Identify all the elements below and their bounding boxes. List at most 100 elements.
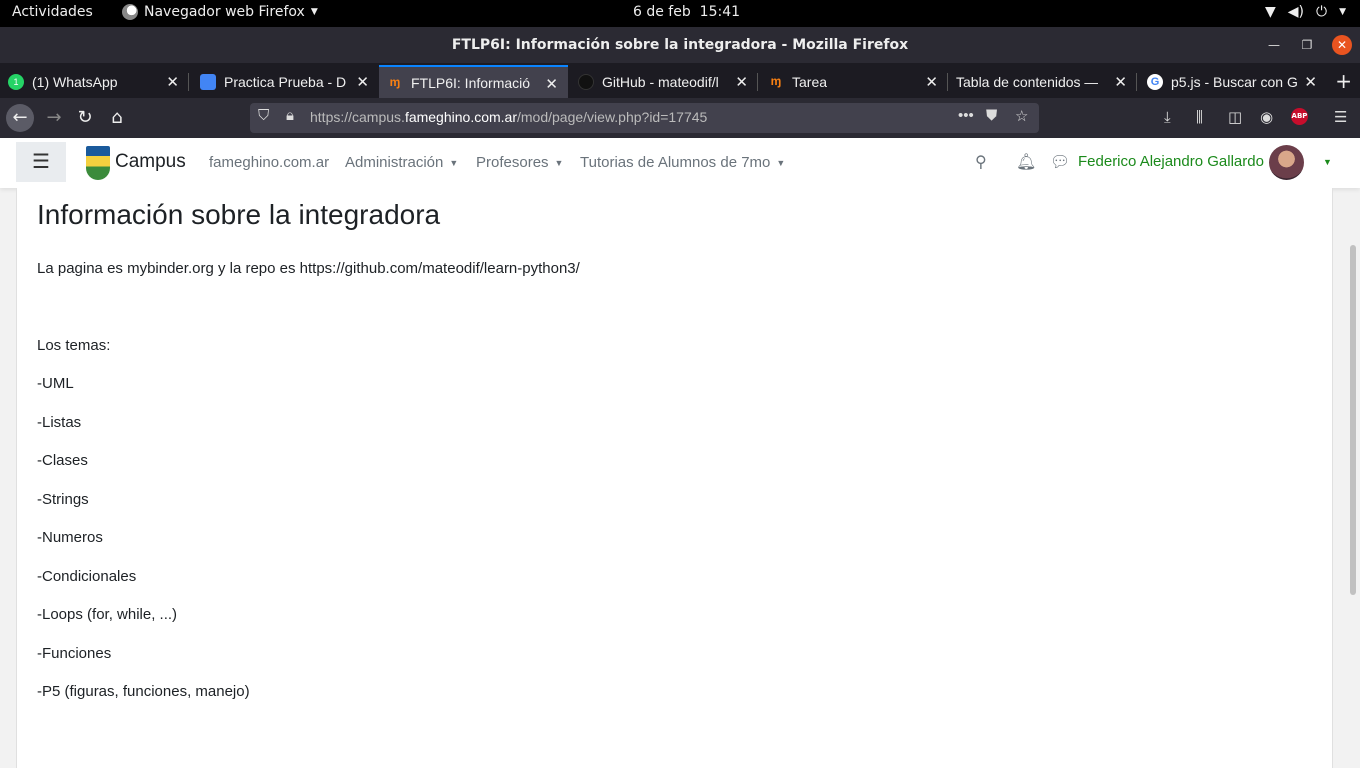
url-text[interactable]: https://campus.fameghino.com.ar/mod/page… <box>310 109 707 125</box>
firefox-icon <box>122 4 138 20</box>
maximize-button[interactable]: ❐ <box>1297 35 1317 55</box>
github-icon <box>578 73 594 90</box>
reload-button[interactable]: ↻ <box>71 104 99 132</box>
tab-github[interactable]: GitHub - mateodif/l ✕ <box>568 65 758 98</box>
nav-profesores[interactable]: Profesores ▼ <box>476 154 563 171</box>
nav-label: Profesores <box>476 154 549 171</box>
home-button[interactable]: ⌂ <box>103 104 131 132</box>
close-icon[interactable]: ✕ <box>735 73 748 91</box>
topic-item: -Clases <box>37 452 88 469</box>
pocket-icon[interactable]: ⛊ <box>986 107 997 124</box>
menu-icon[interactable]: ☰ <box>1334 108 1347 126</box>
tab-tabla-de-contenidos[interactable]: Tabla de contenidos — ✕ <box>948 65 1137 98</box>
moodle-header: ☰ Campus fameghino.com.ar Administración… <box>0 138 1360 188</box>
app-menu-label: Navegador web Firefox <box>144 4 305 20</box>
clock-time: 15:41 <box>699 4 741 20</box>
topic-item: -P5 (figuras, funciones, manejo) <box>37 683 250 700</box>
tab-ftlp6i[interactable]: ɱ FTLP6I: Informació ✕ <box>379 65 568 98</box>
search-icon[interactable]: ⚲ <box>975 152 987 172</box>
close-icon[interactable]: ✕ <box>1114 73 1127 91</box>
topic-item: -UML <box>37 375 74 392</box>
moodle-icon: ɱ <box>389 74 401 89</box>
tab-tarea[interactable]: ɱ Tarea ✕ <box>758 65 948 98</box>
close-icon[interactable]: ✕ <box>1304 73 1317 91</box>
clock-date: 6 de feb <box>633 4 691 20</box>
google-icon: G <box>1147 73 1163 90</box>
page-scrollbar[interactable] <box>1350 245 1356 595</box>
lock-icon[interactable]: 🔒︎ <box>286 107 294 124</box>
caret-down-icon: ▼ <box>554 158 564 169</box>
system-top-bar: Actividades Navegador web Firefox ▼ 6 de… <box>0 0 1360 27</box>
page-content: Información sobre la integradora La pagi… <box>16 188 1333 768</box>
close-icon[interactable]: ✕ <box>356 73 369 91</box>
library-icon[interactable]: ⫼ <box>1196 108 1203 126</box>
drawer-toggle-button[interactable]: ☰ <box>16 142 66 182</box>
tab-label: FTLP6I: Informació <box>411 74 531 91</box>
tab-p5js-search[interactable]: G p5.js - Buscar con G ✕ <box>1137 65 1327 98</box>
close-icon[interactable]: ✕ <box>166 73 179 91</box>
topics-heading: Los temas: <box>37 337 111 354</box>
whatsapp-icon: 1 <box>8 73 24 90</box>
caret-down-icon: ▼ <box>449 158 459 169</box>
chevron-down-icon: ▼ <box>1339 7 1346 17</box>
nav-administracion[interactable]: Administración ▼ <box>345 154 458 171</box>
forward-button[interactable]: → <box>40 104 68 132</box>
sidebar-icon[interactable]: ◫ <box>1228 108 1242 126</box>
tab-whatsapp[interactable]: 1 (1) WhatsApp ✕ <box>0 65 189 98</box>
close-icon[interactable]: ✕ <box>925 73 938 91</box>
topic-item: -Loops (for, while, ...) <box>37 606 178 623</box>
url-prefix: https://campus. <box>310 109 405 125</box>
caret-down-icon: ▼ <box>776 158 786 169</box>
nav-label: Tutorias de Alumnos de 7mo <box>580 154 771 171</box>
user-menu-name[interactable]: Federico Alejandro Gallardo <box>1078 153 1264 170</box>
close-window-button[interactable]: ✕ <box>1332 35 1352 55</box>
tab-label: GitHub - mateodif/l <box>602 73 719 90</box>
topic-item: -Condicionales <box>37 568 137 585</box>
url-bar[interactable]: ⛉ 🔒︎ https://campus.fameghino.com.ar/mod… <box>250 103 1039 133</box>
new-tab-button[interactable]: + <box>1335 69 1352 93</box>
clock[interactable]: 6 de feb 15:41 <box>633 4 740 20</box>
nav-tutorias[interactable]: Tutorias de Alumnos de 7mo ▼ <box>580 154 785 171</box>
tab-strip: 1 (1) WhatsApp ✕ Practica Prueba - D ✕ ɱ… <box>0 63 1360 98</box>
url-path: /mod/page/view.php?id=17745 <box>517 109 708 125</box>
adblock-plus-icon[interactable]: ABP <box>1291 108 1308 125</box>
intro-text: La pagina es mybinder.org y la repo es h… <box>37 260 580 277</box>
activities-button[interactable]: Actividades <box>12 4 93 20</box>
topic-item: -Funciones <box>37 645 112 662</box>
url-domain: fameghino.com.ar <box>404 109 517 125</box>
shield-icon[interactable]: ⛉ <box>258 107 269 124</box>
nav-fameghino[interactable]: fameghino.com.ar <box>209 154 329 171</box>
bookmark-star-icon[interactable]: ☆ <box>1015 107 1028 125</box>
messages-icon[interactable]: 💬︎ <box>1050 152 1070 172</box>
topic-item: -Listas <box>37 414 82 431</box>
docs-icon <box>200 73 216 90</box>
page-title: Información sobre la integradora <box>37 199 441 230</box>
nav-label: Administración <box>345 154 444 171</box>
topic-item: -Numeros <box>37 529 103 546</box>
avatar[interactable] <box>1269 145 1304 180</box>
window-title-bar: FTLP6I: Información sobre la integradora… <box>0 27 1360 63</box>
downloads-icon[interactable]: ⤓ <box>1164 108 1171 126</box>
tab-label: p5.js - Buscar con G <box>1171 73 1298 90</box>
close-icon[interactable]: ✕ <box>545 75 558 93</box>
system-tray[interactable]: ▼ ◀) ⏻ ▼ <box>1265 4 1346 20</box>
window-title: FTLP6I: Información sobre la integradora… <box>451 37 909 53</box>
back-button[interactable]: ← <box>6 104 34 132</box>
notification-bell-icon[interactable]: 🔔︎ <box>1016 152 1036 172</box>
volume-icon: ◀) <box>1287 4 1304 20</box>
account-icon[interactable]: ◉ <box>1260 108 1273 126</box>
tab-label: (1) WhatsApp <box>32 73 118 90</box>
site-brand[interactable]: Campus <box>115 151 186 173</box>
moodle-icon: ɱ <box>770 73 782 88</box>
minimize-button[interactable]: — <box>1264 35 1284 55</box>
page-actions-icon[interactable]: ••• <box>958 107 974 124</box>
app-menu[interactable]: Navegador web Firefox ▼ <box>122 4 318 20</box>
tab-label: Tabla de contenidos — <box>956 73 1099 90</box>
caret-down-icon[interactable]: ▼ <box>1323 157 1332 167</box>
tab-label: Tarea <box>792 73 828 90</box>
topic-item: -Strings <box>37 491 89 508</box>
hamburger-icon: ☰ <box>32 151 50 173</box>
navigation-toolbar: ← → ↻ ⌂ ⛉ 🔒︎ https://campus.fameghino.co… <box>0 98 1360 138</box>
campus-logo[interactable] <box>86 146 110 180</box>
tab-practica-prueba[interactable]: Practica Prueba - D ✕ <box>189 65 379 98</box>
